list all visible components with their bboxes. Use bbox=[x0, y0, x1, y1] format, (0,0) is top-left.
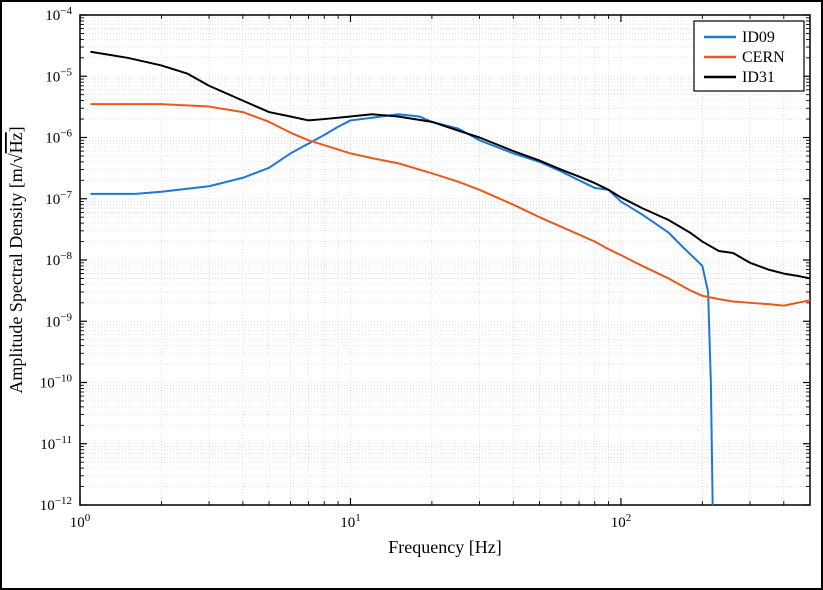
legend-label: CERN bbox=[742, 49, 785, 66]
line-chart: 10010110210−1210−1110−1010−910−810−710−6… bbox=[0, 0, 823, 590]
legend-label: ID09 bbox=[742, 29, 775, 46]
x-axis-label: Frequency [Hz] bbox=[388, 537, 501, 557]
y-axis-label: Amplitude Spectral Density [m/√Hz] bbox=[6, 126, 26, 393]
legend: ID09 CERN ID31 bbox=[694, 21, 804, 91]
legend-label: ID31 bbox=[742, 69, 775, 86]
